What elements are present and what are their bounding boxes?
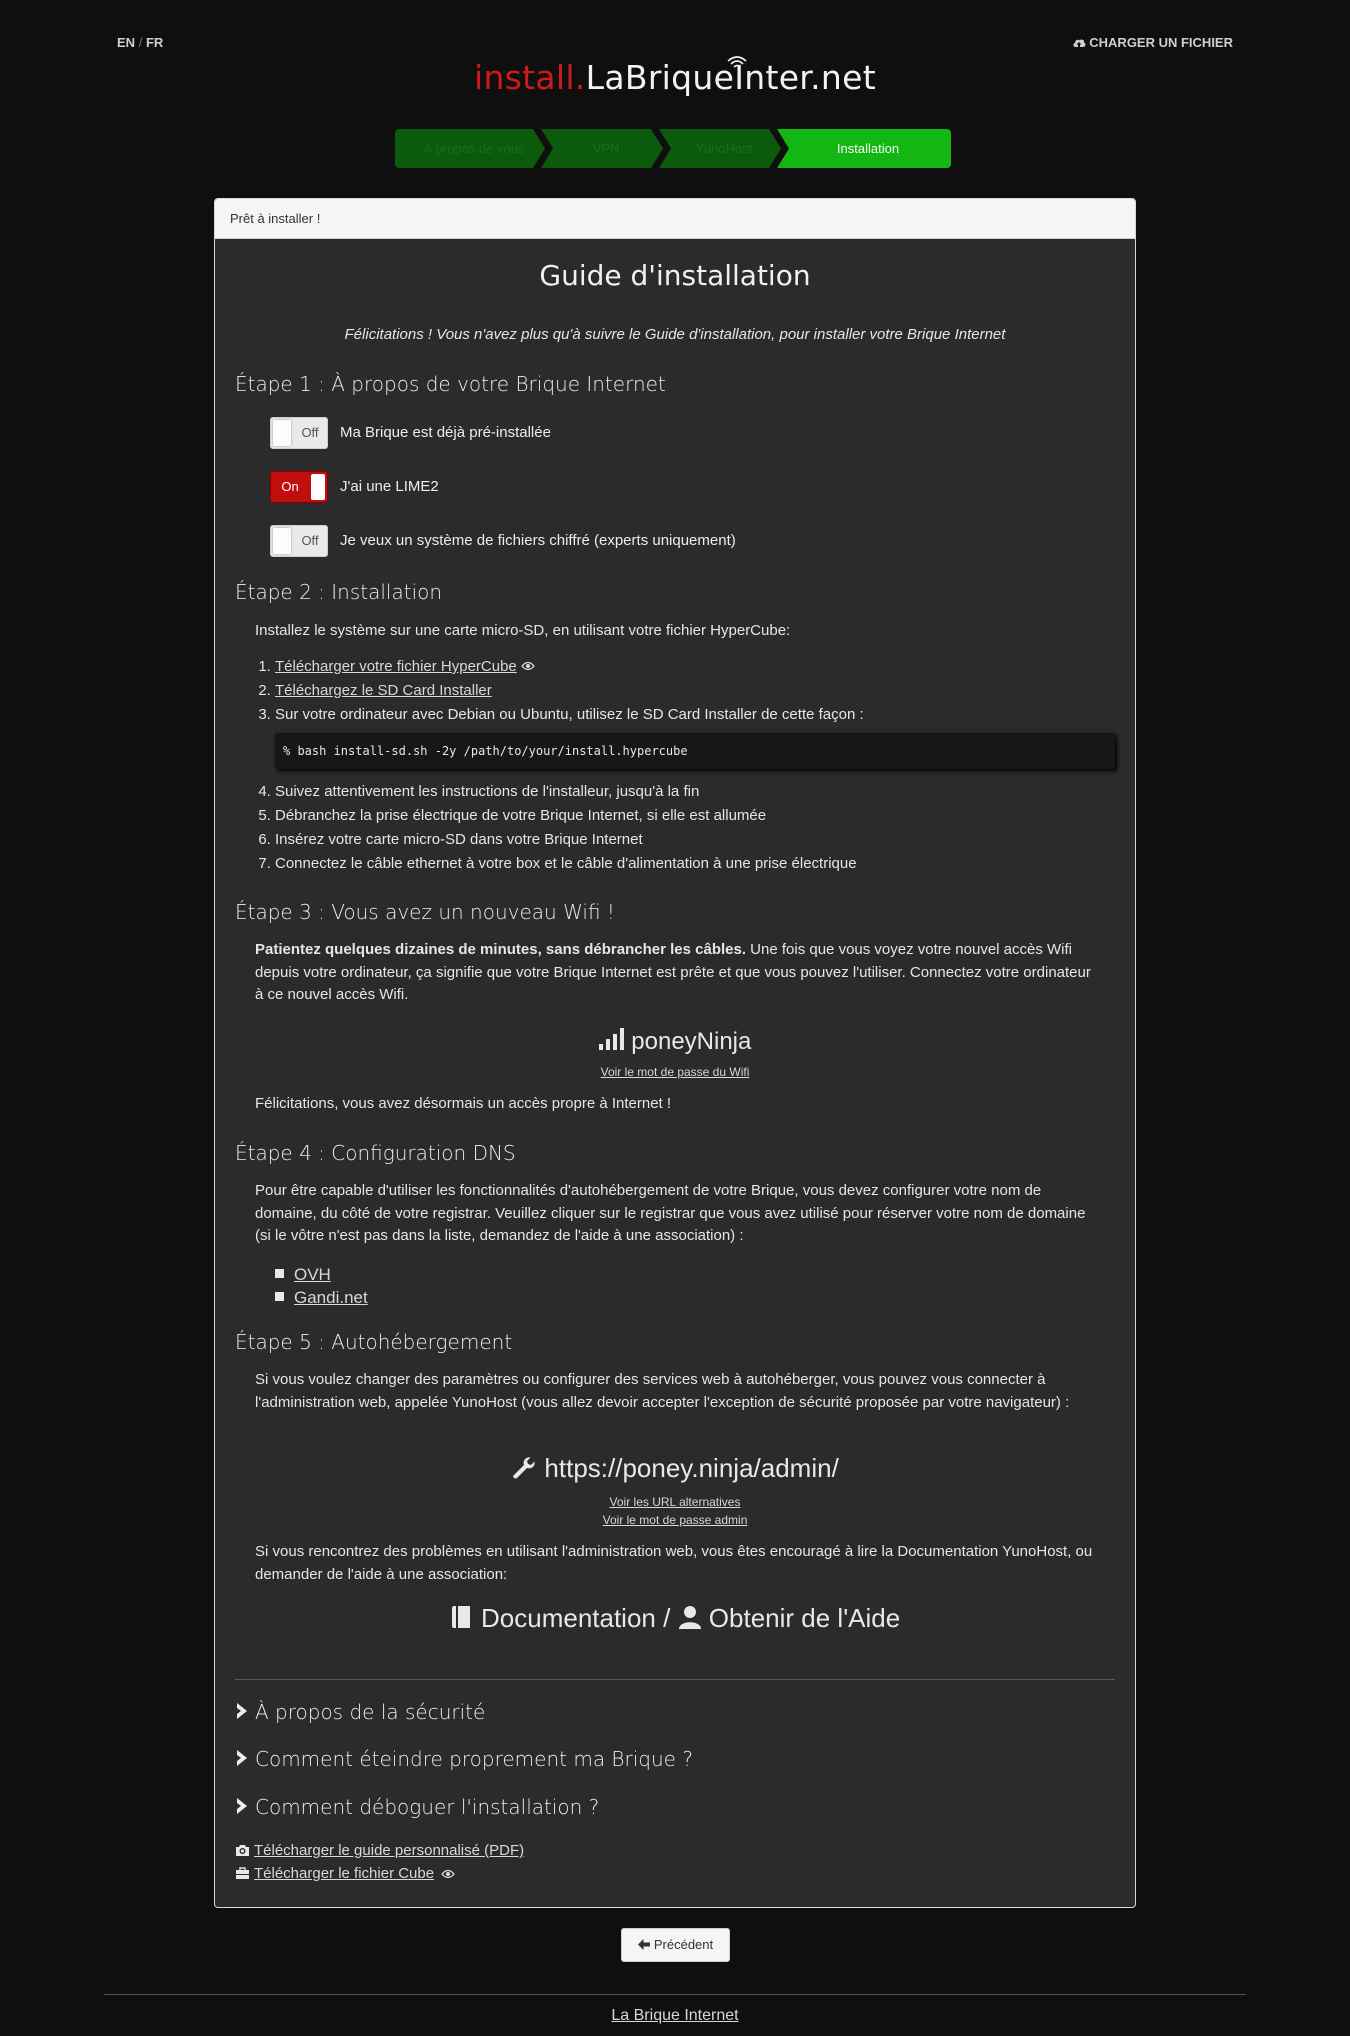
wifi-password-link[interactable]: Voir le mot de passe du Wifi [601,1065,750,1079]
site-logo[interactable]: install.LaBriqueInter.net [0,58,1350,97]
wifi-ssid: poneyNinja [215,1028,1135,1056]
footer: La Brique Internet [0,2007,1350,2025]
step5-text: Si vous voulez changer des paramètres ou… [255,1371,1070,1411]
lang-en-link[interactable]: EN [117,35,135,50]
page-title: Guide d'installation [539,259,811,292]
get-help-link[interactable]: Obtenir de l'Aide [709,1603,900,1633]
step4-title: Étape 4 : Configuration DNS [235,1141,516,1165]
faq-security[interactable]: À propos de la sécurité [235,1700,485,1724]
list-item: OVH [275,1263,368,1286]
alt-urls-link[interactable]: Voir les URL alternatives [610,1495,741,1509]
camera-icon [236,1845,249,1856]
upload-file-button[interactable]: Charger un fichier [1072,35,1233,50]
install-steps-list: Télécharger votre fichier HyperCube Télé… [255,655,864,727]
preinstalled-toggle[interactable]: Off [270,417,328,449]
faq-debug[interactable]: Comment déboguer l'installation ? [235,1795,599,1819]
wrench-icon [513,1457,535,1479]
wizard-steps: À propos de vous VPN YunoHost Installati… [395,129,951,168]
arrow-left-icon [637,1939,650,1950]
admin-url: https://poney.ninja/admin/ [215,1453,1135,1484]
eye-icon[interactable] [521,661,535,671]
wifi-congrats-text: Félicitations, vous avez désormais un ac… [255,1095,672,1112]
chevron-right-icon [237,1703,247,1719]
previous-button[interactable]: Précédent [621,1928,730,1962]
top-bar: EN / FR Charger un fichier [117,35,1233,55]
download-cube-row: Télécharger le fichier Cube [235,1865,459,1882]
install-command-block[interactable]: % bash install-sd.sh -2y /path/to/your/i… [275,733,1115,769]
section-divider [235,1679,1115,1680]
chevron-right-icon [237,1750,247,1766]
download-guide-row: Télécharger le guide personnalisé (PDF) [235,1842,524,1859]
encrypted-fs-label: Je veux un système de fichiers chiffré (… [340,532,736,549]
faq-shutdown[interactable]: Comment éteindre proprement ma Brique ? [235,1747,693,1771]
panel-heading: Prêt à installer ! [215,199,1135,239]
download-cube-link[interactable]: Télécharger le fichier Cube [254,1865,434,1882]
cloud-upload-icon [1073,39,1086,47]
list-item: Insérez votre carte micro-SD dans votre … [275,828,857,852]
signal-strength-icon [598,1028,624,1050]
previous-button-label: Précédent [653,1937,714,1952]
encrypted-fs-toggle[interactable]: Off [270,525,328,557]
admin-password-link[interactable]: Voir le mot de passe admin [603,1513,748,1527]
step3-bold-text: Patientez quelques dizaines de minutes, … [255,941,747,958]
briefcase-icon [236,1867,249,1879]
step2-title: Étape 2 : Installation [235,580,443,604]
lang-fr-link[interactable]: FR [146,35,163,50]
language-switcher: EN / FR [117,35,163,50]
registrar-list: OVH Gandi.net [275,1263,368,1309]
step4-text: Pour être capable d'utiliser les fonctio… [255,1182,1086,1244]
help-text: Si vous rencontrez des problèmes en util… [255,1543,1093,1583]
registrar-gandi-link[interactable]: Gandi.net [294,1288,368,1307]
install-panel: Prêt à installer ! Guide d'installation … [214,198,1136,1908]
list-item: Connectez le câble ethernet à votre box … [275,852,857,876]
step3-title: Étape 3 : Vous avez un nouveau Wifi ! [235,900,615,924]
list-item: Télécharger votre fichier HyperCube [275,655,864,679]
footer-divider [104,1994,1246,1995]
step2-intro: Installez le système sur une carte micro… [255,622,791,639]
download-sd-installer-link[interactable]: Téléchargez le SD Card Installer [275,682,492,699]
eye-icon[interactable] [441,1869,456,1879]
help-links-separator: / [655,1603,678,1633]
lime2-label: J'ai une LIME2 [340,478,439,495]
lime2-toggle[interactable]: On [270,471,328,503]
admin-url-text[interactable]: https://poney.ninja/admin/ [544,1453,838,1483]
wifi-ssid-label: poneyNinja [631,1028,752,1055]
chevron-right-icon [237,1798,247,1814]
list-item: Sur votre ordinateur avec Debian ou Ubun… [275,703,864,727]
lang-separator: / [138,35,143,50]
help-links: Documentation / Obtenir de l'Aide [215,1603,1135,1634]
step5-title: Étape 5 : Autohébergement [235,1330,513,1354]
upload-file-label: Charger un fichier [1089,35,1233,50]
documentation-link[interactable]: Documentation [481,1603,656,1633]
download-guide-link[interactable]: Télécharger le guide personnalisé (PDF) [254,1842,524,1859]
list-item: Gandi.net [275,1286,368,1309]
logo-wifi-icon [727,56,747,68]
book-icon [451,1606,470,1628]
wizard-step-about[interactable]: À propos de vous [395,129,545,168]
install-steps-list-continued: Suivez attentivement les instructions de… [255,780,857,876]
intro-text: Félicitations ! Vous n'avez plus qu'à su… [344,326,1006,343]
download-hypercube-link[interactable]: Télécharger votre fichier HyperCube [275,658,517,675]
step1-title: Étape 1 : À propos de votre Brique Inter… [235,372,666,396]
footer-brique-link[interactable]: La Brique Internet [611,2007,738,2024]
logo-install-text: install. [474,58,586,97]
registrar-ovh-link[interactable]: OVH [294,1265,331,1284]
wizard-step-installation[interactable]: Installation [777,129,951,168]
preinstalled-label: Ma Brique est déjà pré-installée [340,424,551,441]
user-icon [678,1606,701,1629]
list-item: Débranchez la prise électrique de votre … [275,804,857,828]
list-item: Suivez attentivement les instructions de… [275,780,857,804]
list-item: Téléchargez le SD Card Installer [275,679,864,703]
wizard-step-vpn[interactable]: VPN [541,129,663,168]
wizard-step-yunohost[interactable]: YunoHost [659,129,781,168]
step3-text: Patientez quelques dizaines de minutes, … [255,939,1095,1007]
